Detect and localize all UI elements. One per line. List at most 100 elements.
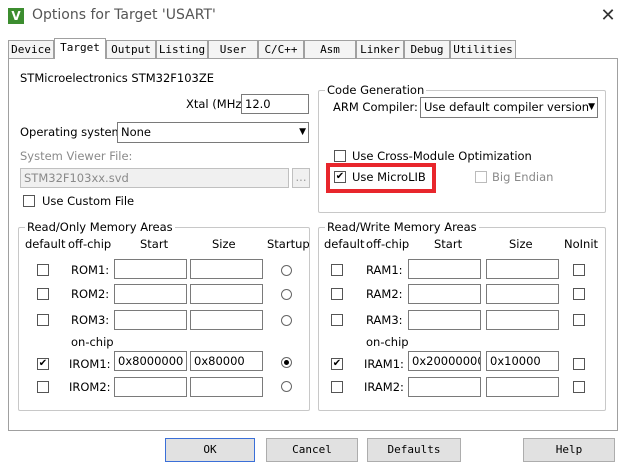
tab-output[interactable]: Output: [106, 40, 156, 58]
ro-header-size: Size: [212, 237, 236, 251]
tab-utilities[interactable]: Utilities: [450, 40, 516, 58]
svd-browse-button[interactable]: ...: [292, 168, 310, 188]
irom1-default-checkbox[interactable]: ✔: [37, 358, 49, 370]
ram1-size-input[interactable]: [486, 259, 559, 279]
rom3-start-input[interactable]: [114, 310, 187, 330]
ram2-size-input[interactable]: [486, 284, 559, 304]
iram1-label: IRAM1:: [364, 357, 404, 371]
rom1-label: ROM1:: [71, 263, 110, 277]
help-button[interactable]: Help: [523, 438, 615, 462]
use-custom-file-label: Use Custom File: [42, 194, 135, 208]
rom3-size-input[interactable]: [190, 310, 263, 330]
device-name: STMicroelectronics STM32F103ZE: [20, 71, 215, 85]
os-select[interactable]: None ▼: [117, 122, 309, 143]
rom2-label: ROM2:: [71, 287, 110, 301]
rom2-size-input[interactable]: [190, 284, 263, 304]
cross-module-optimization-checkbox[interactable]: [334, 150, 346, 162]
rom1-startup-radio[interactable]: [281, 265, 292, 276]
tab-asm[interactable]: Asm: [304, 40, 356, 58]
tab-device[interactable]: Device: [8, 40, 54, 58]
arm-compiler-label: ARM Compiler:: [333, 100, 418, 114]
rom1-start-input[interactable]: [114, 259, 187, 279]
microlib-highlight-box: [326, 163, 436, 193]
ro-header-default: default: [25, 237, 66, 251]
window-title: Options for Target 'USART': [32, 7, 216, 23]
rom2-default-checkbox[interactable]: [37, 288, 49, 300]
ram1-start-input[interactable]: [408, 259, 481, 279]
use-custom-file-checkbox[interactable]: [23, 195, 35, 207]
radio-selected-dot: [284, 360, 289, 365]
iram2-start-input[interactable]: [408, 377, 481, 397]
ro-onchip-label: on-chip: [71, 335, 114, 349]
ram2-default-checkbox[interactable]: [331, 288, 343, 300]
irom2-default-checkbox[interactable]: [37, 381, 49, 393]
read-only-memory-title: Read/Only Memory Areas: [25, 220, 175, 234]
rom2-start-input[interactable]: [114, 284, 187, 304]
svd-label: System Viewer File:: [20, 149, 133, 163]
ram3-default-checkbox[interactable]: [331, 314, 343, 326]
chevron-down-icon: ▼: [299, 127, 306, 137]
irom1-start-input[interactable]: 0x8000000: [114, 351, 187, 371]
big-endian-checkbox[interactable]: [475, 171, 487, 183]
irom1-size-input[interactable]: 0x80000: [190, 351, 263, 371]
tab-user[interactable]: User: [208, 40, 258, 58]
ok-button[interactable]: OK: [165, 438, 255, 462]
code-generation-title: Code Generation: [325, 83, 427, 97]
big-endian-label: Big Endian: [492, 170, 554, 184]
ram3-start-input[interactable]: [408, 310, 481, 330]
ram1-noinit-checkbox[interactable]: [573, 264, 585, 276]
tab-listing[interactable]: Listing: [156, 40, 208, 58]
xtal-input[interactable]: 12.0: [241, 94, 309, 114]
irom2-size-input[interactable]: [190, 377, 263, 397]
tab-target[interactable]: Target: [54, 38, 106, 59]
iram1-noinit-checkbox[interactable]: [573, 358, 585, 370]
rw-onchip-label: on-chip: [366, 335, 409, 349]
irom2-startup-radio[interactable]: [281, 381, 292, 392]
ram2-label: RAM2:: [366, 287, 403, 301]
tab-strip: Device Target Output Listing User C/C++ …: [8, 38, 618, 59]
rw-header-offchip: off-chip: [366, 237, 410, 251]
keil-uvision-icon: V: [8, 8, 24, 24]
iram2-size-input[interactable]: [486, 377, 559, 397]
iram1-size-input[interactable]: 0x10000: [486, 351, 559, 371]
cross-module-optimization-label: Use Cross-Module Optimization: [352, 149, 532, 163]
irom2-label: IROM2:: [69, 380, 111, 394]
ram3-label: RAM3:: [366, 313, 403, 327]
read-write-memory-title: Read/Write Memory Areas: [325, 220, 479, 234]
iram1-default-checkbox[interactable]: ✔: [331, 358, 343, 370]
arm-compiler-select[interactable]: Use default compiler version ▼: [420, 97, 598, 118]
ro-header-startup: Startup: [267, 237, 310, 251]
ram1-default-checkbox[interactable]: [331, 264, 343, 276]
rom1-size-input[interactable]: [190, 259, 263, 279]
irom2-start-input[interactable]: [114, 377, 187, 397]
rw-header-start: Start: [434, 237, 463, 251]
irom1-label: IROM1:: [69, 357, 111, 371]
ram2-noinit-checkbox[interactable]: [573, 288, 585, 300]
iram2-default-checkbox[interactable]: [331, 381, 343, 393]
iram2-noinit-checkbox[interactable]: [573, 381, 585, 393]
os-label: Operating system:: [20, 125, 127, 139]
svd-file-input[interactable]: STM32F103xx.svd: [20, 168, 289, 188]
ro-header-offchip: off-chip: [68, 237, 112, 251]
ro-header-start: Start: [140, 237, 169, 251]
irom1-startup-radio[interactable]: [281, 357, 292, 368]
ram1-label: RAM1:: [366, 263, 403, 277]
rom1-default-checkbox[interactable]: [37, 264, 49, 276]
ram2-start-input[interactable]: [408, 284, 481, 304]
tab-linker[interactable]: Linker: [356, 40, 404, 58]
rw-header-size: Size: [509, 237, 533, 251]
close-icon[interactable]: ✕: [597, 6, 619, 26]
chevron-down-icon: ▼: [588, 102, 595, 112]
ram3-size-input[interactable]: [486, 310, 559, 330]
rom2-startup-radio[interactable]: [281, 289, 292, 300]
rw-header-noinit: NoInit: [564, 237, 599, 251]
rom3-label: ROM3:: [71, 313, 110, 327]
iram1-start-input[interactable]: 0x20000000: [408, 351, 481, 371]
rom3-startup-radio[interactable]: [281, 315, 292, 326]
cancel-button[interactable]: Cancel: [266, 438, 358, 462]
tab-debug[interactable]: Debug: [404, 40, 450, 58]
tab-c-cpp[interactable]: C/C++: [258, 40, 304, 58]
rom3-default-checkbox[interactable]: [37, 314, 49, 326]
defaults-button[interactable]: Defaults: [367, 438, 461, 462]
ram3-noinit-checkbox[interactable]: [573, 314, 585, 326]
